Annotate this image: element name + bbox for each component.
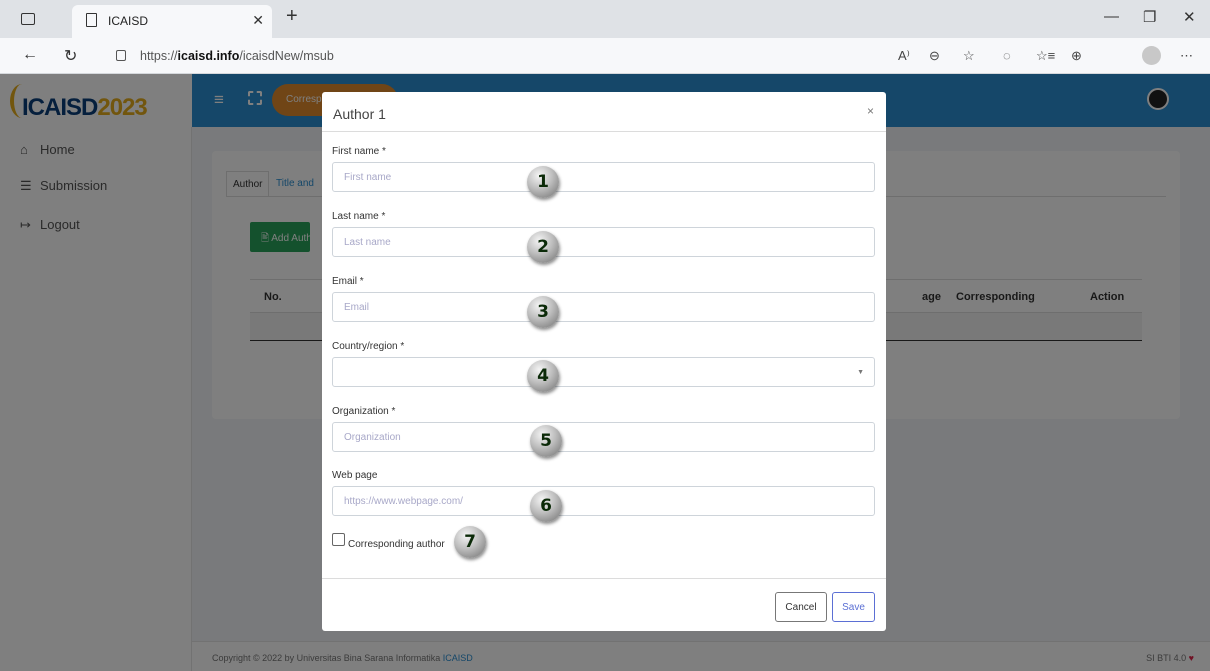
first-name-label: First name *	[332, 146, 386, 157]
favorites-list-icon[interactable]: ☆≡	[1036, 48, 1055, 64]
annotation-marker-7: 7	[454, 526, 486, 558]
minimize-button[interactable]: —	[1104, 8, 1119, 25]
tab-title: ICAISD	[108, 14, 149, 28]
organization-label: Organization *	[332, 406, 396, 417]
last-name-input[interactable]	[332, 227, 875, 257]
close-tab-icon[interactable]: ✕	[252, 12, 264, 29]
close-window-button[interactable]: ✕	[1183, 8, 1196, 26]
annotation-marker-4: 4	[527, 360, 559, 392]
url-text: https://icaisd.info/icaisdNew/msub	[140, 49, 334, 63]
more-icon[interactable]: ⋯	[1180, 48, 1193, 64]
web-page-label: Web page	[332, 470, 378, 481]
browser-tab-bar: ICAISD ✕ + — ❐ ✕	[0, 0, 1210, 38]
corresponding-author-checkbox[interactable]	[332, 533, 345, 546]
url-field[interactable]: https://icaisd.info/icaisdNew/msub	[98, 43, 888, 69]
email-label: Email *	[332, 276, 364, 287]
dialog-footer-divider	[322, 578, 886, 579]
organization-input[interactable]	[332, 422, 875, 452]
extensions-icon[interactable]: ◌	[1003, 48, 1011, 63]
profile-icon[interactable]	[1142, 46, 1161, 65]
close-icon[interactable]: ×	[867, 104, 874, 118]
last-name-label: Last name *	[332, 211, 386, 222]
tab-actions-icon[interactable]	[21, 13, 35, 25]
web-page-input[interactable]	[332, 486, 875, 516]
author-dialog: Author 1 × First name * Last name * Emai…	[322, 92, 886, 631]
first-name-input[interactable]	[332, 162, 875, 192]
annotation-marker-6: 6	[530, 490, 562, 522]
new-tab-button[interactable]: +	[286, 5, 298, 28]
collections-icon[interactable]: ⊕	[1071, 48, 1082, 64]
dialog-header-divider	[322, 131, 886, 132]
restore-button[interactable]: ❐	[1143, 8, 1156, 26]
email-input[interactable]	[332, 292, 875, 322]
dialog-title: Author 1	[333, 106, 386, 122]
country-select[interactable]: ▼	[332, 357, 875, 387]
save-button[interactable]: Save	[832, 592, 875, 622]
refresh-button[interactable]: ↻	[64, 46, 77, 66]
lock-icon[interactable]	[116, 50, 126, 61]
annotation-marker-5: 5	[530, 425, 562, 457]
cancel-button[interactable]: Cancel	[775, 592, 827, 622]
back-button[interactable]: ←	[22, 46, 38, 64]
favorite-icon[interactable]: ☆	[963, 48, 975, 64]
country-label: Country/region *	[332, 341, 405, 352]
annotation-marker-3: 3	[527, 296, 559, 328]
browser-tab[interactable]: ICAISD ✕	[72, 5, 272, 38]
read-aloud-icon[interactable]: A⁾	[898, 48, 910, 64]
address-bar: ← ↻ https://icaisd.info/icaisdNew/msub A…	[0, 38, 1210, 74]
annotation-marker-1: 1	[527, 166, 559, 198]
zoom-icon[interactable]: ⊖	[929, 48, 940, 64]
corresponding-author-label[interactable]: Corresponding author	[348, 539, 445, 550]
page-icon	[86, 13, 97, 27]
chevron-down-icon: ▼	[857, 369, 864, 376]
annotation-marker-2: 2	[527, 231, 559, 263]
